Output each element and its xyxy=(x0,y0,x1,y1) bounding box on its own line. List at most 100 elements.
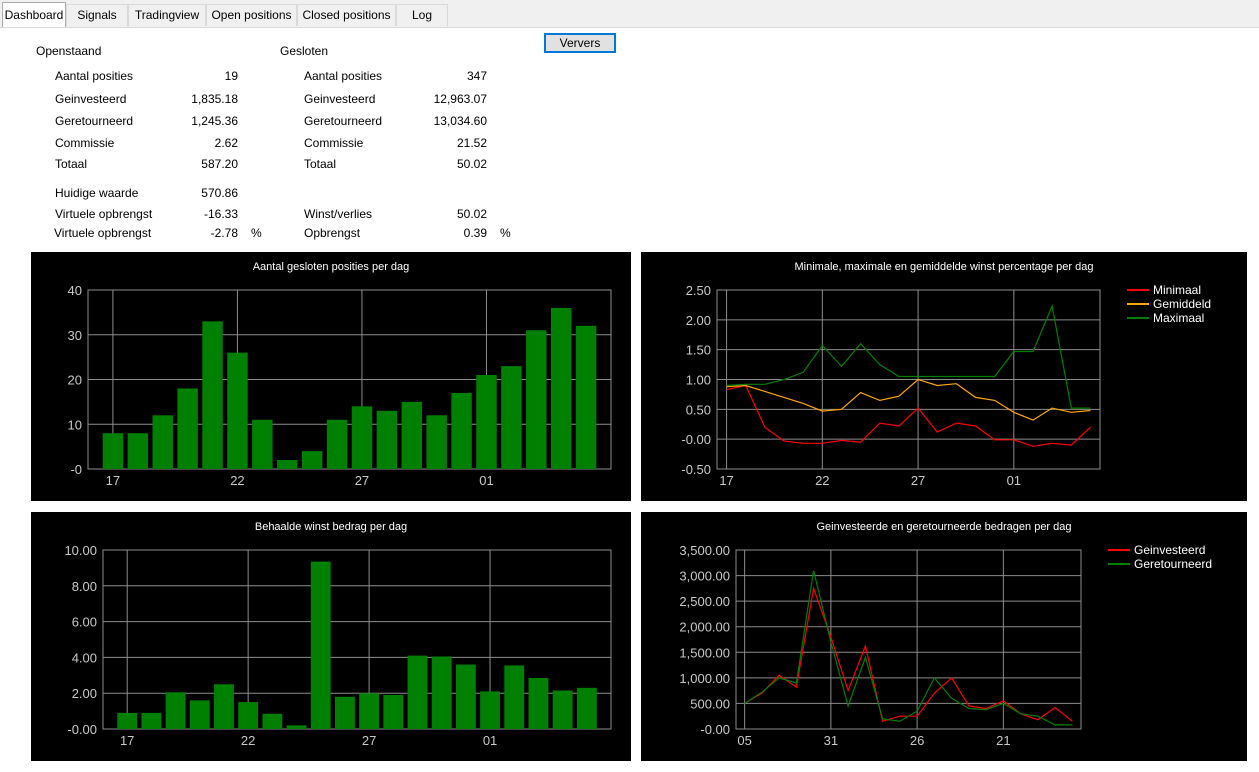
y-tick-label: 10 xyxy=(68,417,82,432)
closed-winloss-label: Winst/verlies xyxy=(304,207,373,221)
bar xyxy=(451,392,472,469)
bar xyxy=(189,700,210,729)
y-tick-label: 30 xyxy=(68,328,82,343)
bar xyxy=(552,690,573,729)
bar xyxy=(376,410,398,469)
bar xyxy=(326,419,348,469)
open-current-value-label: Huidige waarde xyxy=(55,186,139,200)
closed-heading: Gesloten xyxy=(280,44,329,58)
y-tick-label: 6.00 xyxy=(72,615,97,630)
legend-label: Geinvesteerd xyxy=(1134,543,1205,557)
bar xyxy=(127,433,149,469)
y-tick-label: 2.50 xyxy=(686,283,711,298)
closed-commission-value: 21.52 xyxy=(456,136,487,150)
y-tick-label: 500.00 xyxy=(690,696,730,711)
chart-panel-win-percentage: Minimale, maximale en gemiddelde winst p… xyxy=(641,252,1247,501)
tab-log[interactable]: Log xyxy=(396,4,448,26)
x-tick-label: 21 xyxy=(996,733,1010,748)
y-tick-label: 1,000.00 xyxy=(679,671,730,686)
bar xyxy=(501,366,522,469)
y-tick-label: 8.00 xyxy=(72,579,97,594)
open-count-value: 19 xyxy=(224,69,238,83)
x-tick-label: 22 xyxy=(241,733,255,748)
closed-yield-label: Opbrengst xyxy=(304,226,361,240)
y-tick-label: 1.50 xyxy=(686,343,711,358)
bar xyxy=(576,687,597,729)
chart-title: Minimale, maximale en gemiddelde winst p… xyxy=(795,261,1094,273)
x-tick-label: 17 xyxy=(120,733,134,748)
bar xyxy=(526,330,547,469)
y-tick-label: -0 xyxy=(70,462,82,477)
bar xyxy=(575,325,597,469)
y-tick-label: 2.00 xyxy=(686,313,711,328)
chart-panel-invested-returned: Geinvesteerde en geretourneerde bedragen… xyxy=(641,512,1247,761)
y-tick-label: 1.00 xyxy=(686,373,711,388)
open-total-value: 587.20 xyxy=(201,157,238,171)
y-tick-label: 4.00 xyxy=(72,650,97,665)
bar xyxy=(141,712,162,729)
y-tick-label: -0.00 xyxy=(681,432,711,447)
legend-label: Gemiddeld xyxy=(1153,297,1211,311)
chart-title: Aantal gesloten posities per dag xyxy=(253,261,410,273)
tab-dashboard[interactable]: Dashboard xyxy=(2,2,66,27)
y-tick-label: 2.00 xyxy=(72,686,97,701)
tab-tradingview[interactable]: Tradingview xyxy=(128,4,206,26)
y-tick-label: 2,500.00 xyxy=(679,594,730,609)
open-heading: Openstaand xyxy=(36,44,102,58)
legend-label: Minimaal xyxy=(1153,283,1201,297)
refresh-button[interactable]: Ververs xyxy=(544,33,616,53)
bar xyxy=(334,696,355,729)
x-tick-label: 27 xyxy=(355,473,369,488)
tab-strip: Dashboard Signals Tradingview Open posit… xyxy=(0,0,1259,28)
open-count-label: Aantal posities xyxy=(55,69,134,83)
x-tick-label: 05 xyxy=(737,733,751,748)
legend-label: Maximaal xyxy=(1153,311,1204,325)
x-tick-label: 31 xyxy=(824,733,838,748)
y-tick-label: -0.50 xyxy=(681,462,711,477)
bar xyxy=(177,388,198,469)
bar xyxy=(359,693,380,729)
tab-closed-positions[interactable]: Closed positions xyxy=(297,4,396,26)
open-invested-value: 1,835.18 xyxy=(191,92,238,106)
bar xyxy=(152,415,173,469)
chart-title: Geinvesteerde en geretourneerde bedragen… xyxy=(816,521,1071,533)
series-line xyxy=(726,384,1091,447)
bar xyxy=(310,561,331,729)
x-tick-label: 22 xyxy=(815,473,829,488)
y-tick-label: 3,000.00 xyxy=(679,569,730,584)
closed-commission-label: Commissie xyxy=(304,136,364,150)
bar xyxy=(401,401,422,469)
bar xyxy=(476,375,497,469)
chart-panel-closed-positions: Aantal gesloten posities per dag -0 10 20 30… xyxy=(31,252,631,501)
x-tick-label: 22 xyxy=(230,473,244,488)
closed-returned-value: 13,034.60 xyxy=(433,114,487,128)
bar xyxy=(117,712,138,729)
closed-count-value: 347 xyxy=(466,69,487,83)
plot-border xyxy=(735,549,1082,730)
bar xyxy=(286,725,307,729)
y-tick-label: -0.00 xyxy=(67,722,97,737)
x-tick-label: 17 xyxy=(719,473,733,488)
open-virtual-pct-value: -2.78 xyxy=(210,226,238,240)
y-tick-label: 3,500.00 xyxy=(679,543,730,558)
bar xyxy=(550,307,572,469)
open-current-value: 570.86 xyxy=(201,186,238,200)
tab-signals[interactable]: Signals xyxy=(66,4,128,26)
tab-open-positions[interactable]: Open positions xyxy=(206,4,297,26)
closed-total-value: 50.02 xyxy=(456,157,487,171)
invested-returned-chart: Geinvesteerde en geretourneerde bedragen… xyxy=(679,521,1212,748)
open-commission-value: 2.62 xyxy=(214,136,238,150)
x-tick-label: 17 xyxy=(106,473,120,488)
x-tick-label: 01 xyxy=(483,733,497,748)
y-tick-label: -0.00 xyxy=(700,722,730,737)
bar xyxy=(262,713,283,729)
y-tick-label: 40 xyxy=(68,283,82,298)
chart-title: Behaalde winst bedrag per dag xyxy=(255,521,407,533)
bar xyxy=(407,655,428,729)
bar xyxy=(214,684,234,729)
series-line xyxy=(726,304,1091,409)
bar xyxy=(383,694,404,729)
win-amount-chart: Behaalde winst bedrag per dag -0.00 2.00 4.… xyxy=(64,521,612,748)
x-tick-label: 01 xyxy=(479,473,493,488)
bar xyxy=(455,664,476,729)
